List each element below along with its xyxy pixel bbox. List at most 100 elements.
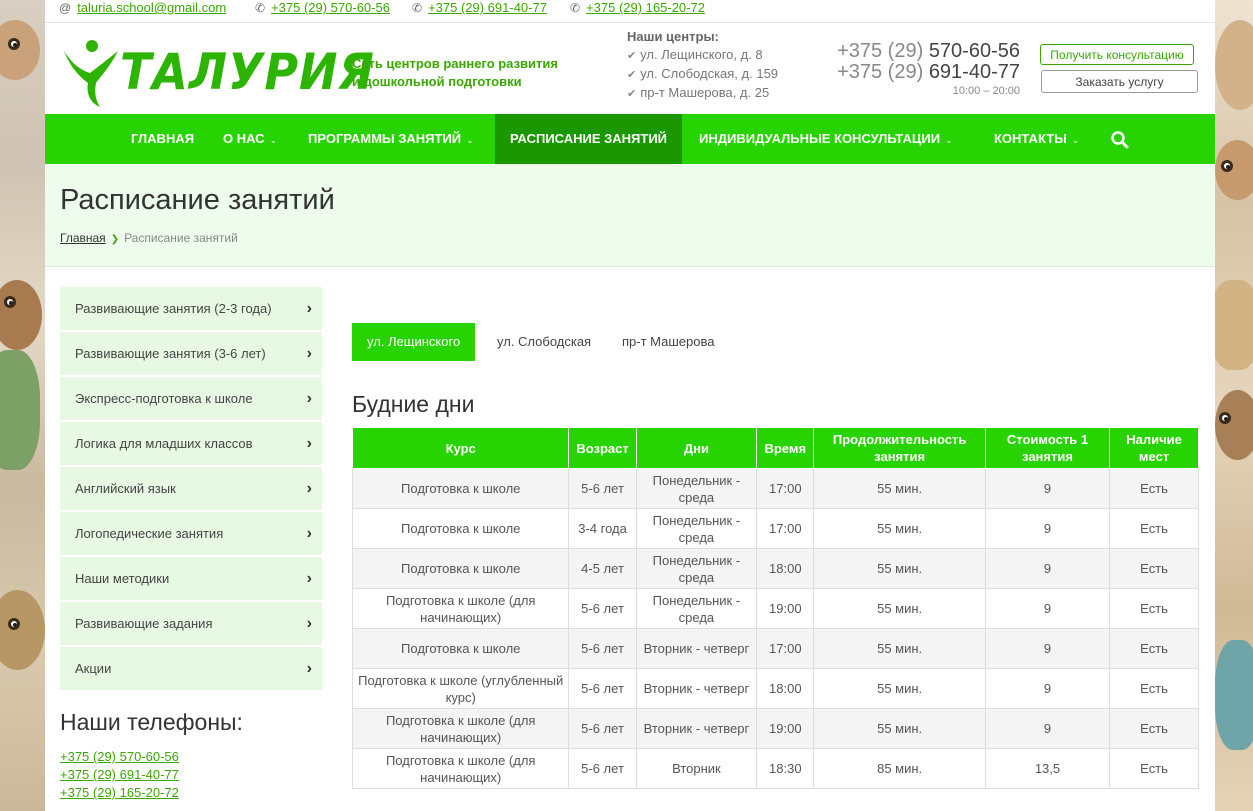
column-header: Наличие мест xyxy=(1109,427,1199,469)
chevron-right-icon: › xyxy=(306,300,312,317)
sidebar-item-label: Экспресс-подготовка к школе xyxy=(75,391,253,406)
owl-illustration xyxy=(0,590,45,670)
tagline-line-2: и дошкольной подготовки xyxy=(352,74,522,89)
cell-availability: Есть xyxy=(1109,548,1199,589)
centers-title: Наши центры: xyxy=(627,29,719,44)
order-service-button[interactable]: Заказать услугу xyxy=(1041,70,1198,93)
cell-age: 5-6 лет xyxy=(568,628,637,669)
nav-label: О нас xyxy=(223,131,265,146)
table-header-row: Курс Возраст Дни Время Продолжительность… xyxy=(351,427,1199,469)
owl-illustration xyxy=(1215,20,1253,110)
tab-masherova[interactable]: пр-т Машерова xyxy=(607,323,729,361)
phone-icon: ✆ xyxy=(255,1,266,15)
phone-link[interactable]: +375 (29) 165-20-72 xyxy=(586,0,705,15)
column-header: Возраст xyxy=(568,427,637,469)
chevron-down-icon: ⌄ xyxy=(1071,135,1080,145)
phone-link[interactable]: +375 (29) 570-60-56 xyxy=(60,748,179,766)
cell-days: Понедельник - среда xyxy=(635,468,758,509)
phone-link[interactable]: +375 (29) 570-60-56 xyxy=(271,0,390,15)
owl-illustration xyxy=(0,280,42,350)
cell-duration: 55 мин. xyxy=(813,468,986,509)
phone-number: 570-60-56 xyxy=(928,40,1020,62)
cell-age: 5-6 лет xyxy=(568,588,637,629)
column-header: Продолжительность занятия xyxy=(813,427,986,469)
tab-slobodskaya[interactable]: ул. Слободская xyxy=(482,323,606,361)
phone-icon: ✆ xyxy=(412,1,423,15)
cell-time: 19:00 xyxy=(756,588,815,629)
owl-illustration xyxy=(0,20,40,80)
phones-title: Наши телефоны: xyxy=(60,709,243,735)
get-consultation-button[interactable]: Получить консультацию xyxy=(1040,44,1194,65)
tagline-line-1: Сеть центров раннего развития xyxy=(352,56,558,71)
centers-list: Наши центры: ✔ ул. Лещинского, д. 8 ✔ ул. … xyxy=(627,28,778,103)
breadcrumb-home[interactable]: Главная xyxy=(60,231,106,245)
sidebar-item[interactable]: Развивающие занятия (2-3 года) › xyxy=(60,287,322,330)
top-phone-3: ✆ +375 (29) 165-20-72 xyxy=(570,0,705,16)
sidebar-item[interactable]: Акции › xyxy=(60,647,322,690)
cell-time: 19:00 xyxy=(756,708,815,749)
cell-time: 18:00 xyxy=(756,668,815,709)
sidebar-item[interactable]: Логика для младших классов › xyxy=(60,422,322,465)
cell-time: 17:00 xyxy=(756,468,815,509)
cell-age: 5-6 лет xyxy=(568,668,637,709)
nav-consultations[interactable]: Индивидуальные консультации ⌄ xyxy=(699,114,953,164)
center-address: ул. Лещинского, д. 8 xyxy=(640,47,763,62)
cell-age: 5-6 лет xyxy=(568,748,637,789)
sidebar-item-label: Наши методики xyxy=(75,571,170,586)
header-phone-1[interactable]: +375 (29) 570-60-56 xyxy=(837,41,1020,62)
cell-course: Подготовка к школе xyxy=(351,508,570,549)
cell-course: Подготовка к школе (для начинающих) xyxy=(351,748,570,789)
page-header: Расписание занятий Главная ❯ Расписание за… xyxy=(45,164,1215,267)
cell-availability: Есть xyxy=(1109,708,1199,749)
sidebar-item[interactable]: Логопедические занятия › xyxy=(60,512,322,555)
sidebar-item[interactable]: Наши методики › xyxy=(60,557,322,600)
sidebar-item[interactable]: Английский язык › xyxy=(60,467,322,510)
nav-programs[interactable]: Программы занятий ⌄ xyxy=(308,114,474,164)
logo-text: ТАЛУРИЯ xyxy=(120,43,375,101)
owl-illustration xyxy=(1215,140,1253,200)
chevron-right-icon: › xyxy=(306,435,312,452)
cell-course: Подготовка к школе (углубленный курс) xyxy=(351,668,570,709)
owl-illustration xyxy=(1215,640,1253,750)
search-icon[interactable] xyxy=(1111,114,1129,164)
right-decoration xyxy=(1215,0,1253,811)
phone-link[interactable]: +375 (29) 691-40-77 xyxy=(428,0,547,15)
section-title: Будние дни xyxy=(352,391,475,417)
table-row: Подготовка к школе (углубленный курс) 5-… xyxy=(351,668,1199,709)
column-header: Курс xyxy=(351,427,570,469)
cell-price: 9 xyxy=(984,508,1111,549)
cell-duration: 55 мин. xyxy=(813,668,986,709)
breadcrumb: Главная ❯ Расписание занятий xyxy=(60,231,238,245)
chevron-right-icon: › xyxy=(306,615,312,632)
at-icon: @ xyxy=(59,1,72,15)
nav-home[interactable]: Главная xyxy=(131,114,194,164)
cell-days: Вторник - четверг xyxy=(635,628,758,669)
center-item: ✔ ул. Лещинского, д. 8 xyxy=(627,46,778,65)
sidebar-item-label: Развивающие занятия (3-6 лет) xyxy=(75,346,266,361)
cell-availability: Есть xyxy=(1109,468,1199,509)
email-link[interactable]: taluria.school@gmail.com xyxy=(77,0,226,15)
cell-age: 4-5 лет xyxy=(568,548,637,589)
cell-availability: Есть xyxy=(1109,748,1199,789)
header-phone-2[interactable]: +375 (29) 691-40-77 xyxy=(837,62,1020,83)
nav-contacts[interactable]: Контакты ⌄ xyxy=(994,114,1079,164)
sidebar-item[interactable]: Развивающие задания › xyxy=(60,602,322,645)
table-row: Подготовка к школе 3-4 года Понедельник … xyxy=(351,508,1199,549)
top-phone-1: ✆ +375 (29) 570-60-56 xyxy=(255,0,390,16)
owl-illustration xyxy=(1215,390,1253,460)
chevron-down-icon: ⌄ xyxy=(269,135,278,145)
nav-about[interactable]: О нас ⌄ xyxy=(223,114,277,164)
nav-schedule[interactable]: Расписание занятий xyxy=(495,114,683,164)
logo[interactable]: ТАЛУРИЯ xyxy=(60,37,374,109)
table-row: Подготовка к школе (для начинающих) 5-6 … xyxy=(351,708,1199,749)
column-header: Стоимость 1 занятия xyxy=(984,427,1111,469)
sidebar-item[interactable]: Экспресс-подготовка к школе › xyxy=(60,377,322,420)
nav-label: Контакты xyxy=(994,131,1067,146)
phone-link[interactable]: +375 (29) 691-40-77 xyxy=(60,766,179,784)
working-hours: 10:00 – 20:00 xyxy=(952,85,1020,97)
phone-link[interactable]: +375 (29) 165-20-72 xyxy=(60,784,179,802)
cell-price: 13,5 xyxy=(984,748,1111,789)
tab-leshchinskogo[interactable]: ул. Лещинского xyxy=(352,323,476,361)
sidebar-item[interactable]: Развивающие занятия (3-6 лет) › xyxy=(60,332,322,375)
cell-duration: 55 мин. xyxy=(813,588,986,629)
